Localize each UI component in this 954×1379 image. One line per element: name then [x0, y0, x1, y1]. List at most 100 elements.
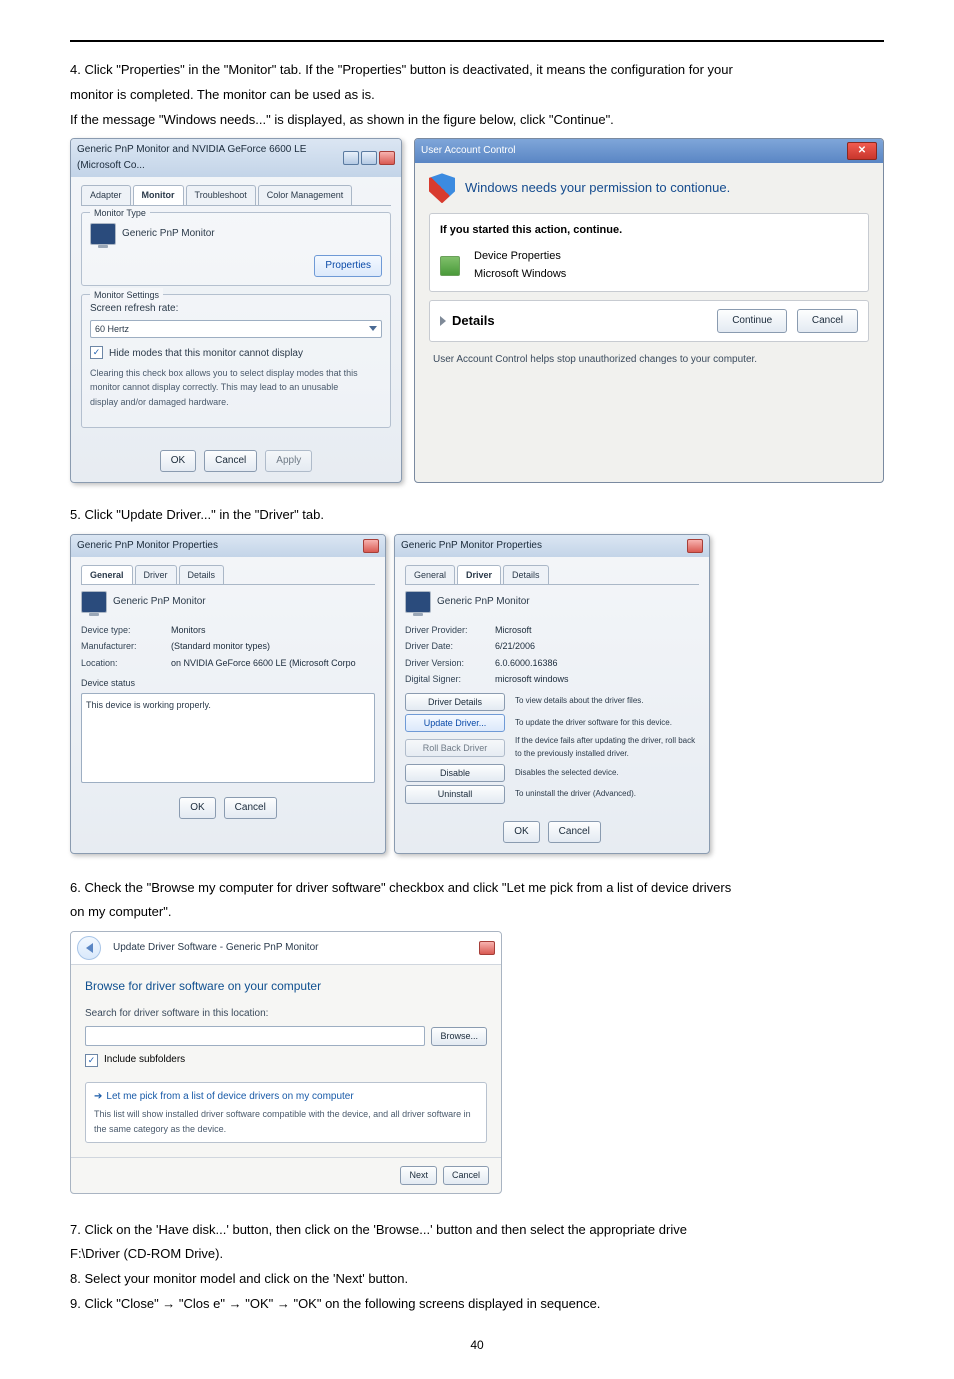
- uninstall-desc: To uninstall the driver (Advanced).: [515, 788, 699, 801]
- update-driver-wizard: Update Driver Software - Generic PnP Mon…: [70, 931, 502, 1193]
- device-status-text: This device is working properly.: [86, 700, 211, 710]
- monitor-properties-dialog: Generic PnP Monitor and NVIDIA GeForce 6…: [70, 138, 402, 482]
- tab-troubleshoot[interactable]: Troubleshoot: [186, 185, 256, 204]
- pick-desc: This list will show installed driver sof…: [94, 1107, 478, 1136]
- k-ver: Driver Version:: [405, 656, 495, 670]
- v-signer: microsoft windows: [495, 672, 569, 686]
- rollback-button[interactable]: Roll Back Driver: [405, 739, 505, 757]
- close-icon[interactable]: [363, 539, 379, 553]
- figure-step6: Update Driver Software - Generic PnP Mon…: [70, 931, 884, 1193]
- close-icon[interactable]: [379, 151, 395, 165]
- ok-button[interactable]: OK: [179, 797, 215, 819]
- v-provider: Microsoft: [495, 623, 532, 637]
- cancel-button[interactable]: Cancel: [548, 821, 601, 843]
- hide-modes-desc1: Clearing this check box allows you to se…: [90, 366, 382, 380]
- arrow-left-icon: [86, 943, 93, 953]
- k-manu: Manufacturer:: [81, 639, 171, 653]
- disable-desc: Disables the selected device.: [515, 767, 699, 780]
- device-name: Generic PnP Monitor: [437, 594, 530, 610]
- cancel-button[interactable]: Cancel: [224, 797, 277, 819]
- figure-step5: Generic PnP Monitor Properties General D…: [70, 534, 710, 854]
- wizard-title: Update Driver Software - Generic PnP Mon…: [113, 940, 318, 956]
- continue-button[interactable]: Continue: [717, 309, 787, 333]
- uac-prop: Device Properties: [474, 248, 566, 266]
- v-manu: (Standard monitor types): [171, 639, 270, 653]
- tab-color[interactable]: Color Management: [258, 185, 353, 204]
- tab-adapter[interactable]: Adapter: [81, 185, 131, 204]
- minimize-icon[interactable]: [343, 151, 359, 165]
- top-rule: [70, 40, 884, 42]
- refresh-rate-label: Screen refresh rate:: [90, 301, 382, 317]
- include-subfolders-label: Include subfolders: [104, 1052, 185, 1068]
- arrow-right-icon: ➔: [94, 1089, 102, 1105]
- tab-monitor[interactable]: Monitor: [133, 185, 184, 204]
- step7-line1: 7. Click on the 'Have disk...' button, t…: [70, 1220, 884, 1241]
- cancel-button[interactable]: Cancel: [443, 1166, 489, 1184]
- window-controls: [343, 151, 395, 165]
- disable-button[interactable]: Disable: [405, 764, 505, 782]
- tab-strip: Adapter Monitor Troubleshoot Color Manag…: [81, 185, 391, 205]
- update-driver-desc: To update the driver software for this d…: [515, 717, 699, 730]
- back-button[interactable]: [77, 936, 101, 960]
- tab-details[interactable]: Details: [503, 565, 549, 584]
- close-icon[interactable]: ✕: [847, 142, 877, 160]
- k-signer: Digital Signer:: [405, 672, 495, 686]
- tab-driver[interactable]: Driver: [135, 565, 177, 584]
- chevron-down-icon: [369, 326, 377, 331]
- dialog-title: Generic PnP Monitor Properties: [77, 538, 218, 554]
- hide-modes-checkbox[interactable]: ✓: [90, 346, 103, 359]
- shield-icon: [429, 173, 455, 203]
- update-driver-button[interactable]: Update Driver...: [405, 714, 505, 732]
- k-loc: Location:: [81, 656, 171, 670]
- location-field[interactable]: [85, 1026, 425, 1046]
- ok-button[interactable]: OK: [503, 821, 539, 843]
- details-button[interactable]: Details: [452, 311, 495, 332]
- uninstall-button[interactable]: Uninstall: [405, 785, 505, 803]
- monitor-settings-label: Monitor Settings: [90, 288, 163, 302]
- cancel-button[interactable]: Cancel: [204, 450, 257, 472]
- next-button[interactable]: Next: [400, 1166, 437, 1184]
- tab-driver[interactable]: Driver: [457, 565, 501, 584]
- hide-modes-label: Hide modes that this monitor cannot disp…: [109, 346, 303, 362]
- let-me-pick-option[interactable]: ➔Let me pick from a list of device drive…: [85, 1082, 487, 1143]
- step4-line1: 4. Click "Properties" in the "Monitor" t…: [70, 60, 884, 81]
- properties-button[interactable]: Properties: [314, 255, 382, 277]
- rollback-desc: If the device fails after updating the d…: [515, 735, 699, 761]
- chevron-right-icon: [440, 316, 446, 326]
- step7-line2: F:\Driver (CD-ROM Drive).: [70, 1244, 884, 1265]
- monitor-settings-group: Monitor Settings Screen refresh rate: 60…: [81, 294, 391, 428]
- page-number: 40: [0, 1336, 954, 1355]
- close-icon[interactable]: [479, 941, 495, 955]
- uac-cancel-button[interactable]: Cancel: [797, 309, 858, 333]
- step9-text: 9. Click "Close" → "Clos e" → "OK" → "OK…: [70, 1294, 884, 1315]
- step4-line3: If the message "Windows needs..." is dis…: [70, 110, 884, 131]
- step6-line1: 6. Check the "Browse my computer for dri…: [70, 878, 884, 899]
- tab-details[interactable]: Details: [179, 565, 225, 584]
- dialog-title: Generic PnP Monitor and NVIDIA GeForce 6…: [77, 142, 343, 174]
- program-icon: [440, 256, 460, 276]
- ok-button[interactable]: OK: [160, 450, 196, 472]
- k-type: Device type:: [81, 623, 171, 637]
- figure-step4: Generic PnP Monitor and NVIDIA GeForce 6…: [70, 138, 884, 482]
- uac-ms: Microsoft Windows: [474, 266, 566, 284]
- tab-general[interactable]: General: [405, 565, 455, 584]
- close-icon[interactable]: [687, 539, 703, 553]
- device-name: Generic PnP Monitor: [113, 594, 206, 610]
- k-date: Driver Date:: [405, 639, 495, 653]
- refresh-rate-select[interactable]: 60 Hertz: [90, 320, 382, 338]
- dialog-title: Generic PnP Monitor Properties: [401, 538, 542, 554]
- monitor-type-value: Generic PnP Monitor: [122, 226, 215, 242]
- tab-general[interactable]: General: [81, 565, 133, 584]
- device-status-label: Device status: [81, 676, 375, 690]
- apply-button[interactable]: Apply: [265, 450, 312, 472]
- driver-details-button[interactable]: Driver Details: [405, 693, 505, 711]
- browse-button[interactable]: Browse...: [431, 1027, 487, 1045]
- wizard-heading: Browse for driver software on your compu…: [85, 977, 487, 996]
- include-subfolders-checkbox[interactable]: ✓: [85, 1054, 98, 1067]
- uac-action-line: If you started this action, continue.: [440, 222, 858, 240]
- step8-text: 8. Select your monitor model and click o…: [70, 1269, 884, 1290]
- step5-text: 5. Click "Update Driver..." in the "Driv…: [70, 505, 884, 526]
- maximize-icon[interactable]: [361, 151, 377, 165]
- uac-dialog: User Account Control ✕ Windows needs you…: [414, 138, 884, 482]
- monitor-type-group: Monitor Type Generic PnP Monitor Propert…: [81, 212, 391, 286]
